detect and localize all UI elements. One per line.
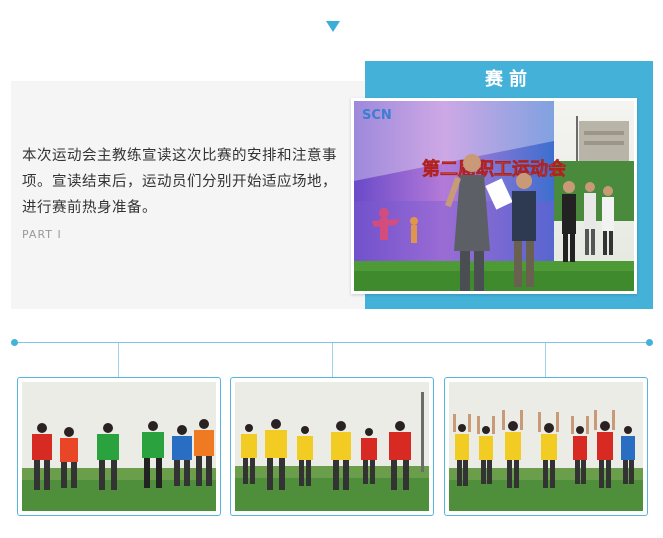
down-triangle-icon xyxy=(326,21,340,32)
photo-thumbnail-2[interactable] xyxy=(230,377,434,516)
timeline-tick xyxy=(545,343,546,377)
timeline-line xyxy=(15,342,651,343)
timeline-tick xyxy=(118,343,119,377)
timeline-dot-end xyxy=(646,339,653,346)
warmup-photo-3 xyxy=(449,382,643,511)
warmup-photo-1 xyxy=(22,382,216,511)
photo-thumbnail-3[interactable] xyxy=(444,377,648,516)
coach-speech-photo: SCN 第二届职工运动会 xyxy=(354,101,634,291)
timeline-dot-start xyxy=(11,339,18,346)
part-label: PART I xyxy=(22,228,62,241)
main-photo[interactable]: SCN 第二届职工运动会 xyxy=(351,98,637,294)
section-description: 本次运动会主教练宣读这次比赛的安排和注意事项。宣读结束后，运动员们分别开始适应场… xyxy=(22,148,337,216)
section-title: 赛前 xyxy=(485,69,533,90)
banner-text: 第二届职工运动会 xyxy=(422,158,566,180)
timeline-tick xyxy=(332,343,333,377)
photo-thumbnail-1[interactable] xyxy=(17,377,221,516)
warmup-photo-2 xyxy=(235,382,429,511)
banner-logo: SCN xyxy=(362,108,392,123)
